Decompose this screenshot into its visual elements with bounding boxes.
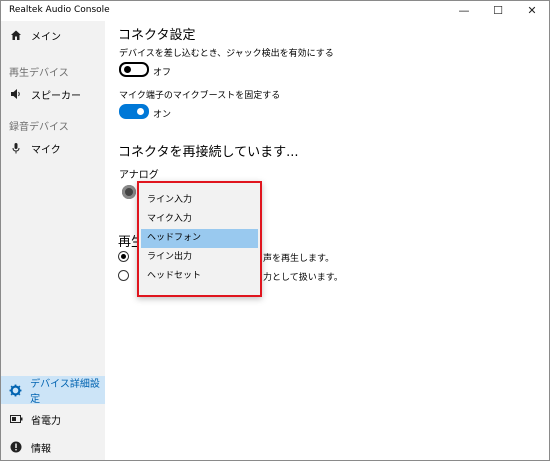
home-icon: [9, 28, 23, 42]
mic-boost-state: オン: [153, 110, 172, 120]
close-button[interactable]: ✕: [515, 1, 549, 21]
sidebar-item-device-settings[interactable]: デバイス詳細設定: [1, 376, 105, 405]
dropdown-option-line-in[interactable]: ライン入力: [141, 191, 258, 210]
section-recording-devices: 録音デバイス: [9, 122, 69, 133]
info-icon: [9, 440, 23, 454]
playback-option1-radio[interactable]: [118, 251, 129, 262]
title-bar: Realtek Audio Console — ☐ ✕: [1, 1, 549, 21]
window-title: Realtek Audio Console: [9, 5, 110, 15]
gear-icon: [9, 383, 22, 397]
sidebar-item-speaker[interactable]: スピーカー: [1, 80, 105, 108]
sidebar-item-label: 省電力: [31, 415, 61, 427]
sidebar-item-label: デバイス詳細設定: [30, 379, 100, 405]
sidebar-item-power[interactable]: 省電力: [1, 405, 105, 433]
minimize-button[interactable]: —: [447, 1, 481, 21]
playback-option2-radio[interactable]: [118, 270, 129, 281]
sidebar-item-mic[interactable]: マイク: [1, 134, 105, 162]
mic-boost-label: マイク端子のマイクブーストを固定する: [119, 91, 281, 101]
jack-detect-toggle[interactable]: [119, 62, 149, 77]
maximize-button[interactable]: ☐: [481, 1, 515, 21]
sidebar-item-label: 情報: [31, 443, 51, 455]
jack-detect-label: デバイスを差し込むとき、ジャック検出を有効にする: [119, 49, 334, 59]
sidebar-item-label: マイク: [31, 144, 61, 156]
analog-label: アナログ: [119, 170, 159, 181]
section-playback-devices: 再生デバイス: [9, 68, 69, 79]
jack-detect-state: オフ: [153, 68, 172, 78]
dropdown-option-headphones[interactable]: ヘッドフォン: [141, 229, 258, 248]
sidebar: メイン 再生デバイス スピーカー 録音デバイス マイク デバイス詳細設定 省電力…: [1, 21, 105, 460]
reconnect-title: コネクタを再接続しています...: [118, 145, 299, 160]
sidebar-item-info[interactable]: 情報: [1, 433, 105, 460]
dropdown-option-mic-in[interactable]: マイク入力: [141, 210, 258, 229]
speaker-icon: [9, 87, 23, 101]
playback-option2-label: 力として扱います。: [263, 273, 343, 283]
dropdown-option-line-out[interactable]: ライン出力: [141, 248, 258, 267]
connector-type-dropdown: ライン入力 マイク入力 ヘッドフォン ライン出力 ヘッドセット: [137, 181, 262, 297]
dropdown-option-headset[interactable]: ヘッドセット: [141, 267, 258, 286]
analog-jack-icon[interactable]: [122, 185, 136, 199]
mic-boost-toggle[interactable]: [119, 104, 149, 119]
sidebar-item-main[interactable]: メイン: [1, 21, 105, 49]
microphone-icon: [9, 141, 23, 155]
sidebar-item-label: メイン: [31, 31, 61, 43]
connector-settings-title: コネクタ設定: [118, 28, 196, 43]
app-window: Realtek Audio Console — ☐ ✕ メイン 再生デバイス ス…: [0, 0, 550, 461]
playback-option1-label: 声を再生します。: [263, 254, 335, 264]
sidebar-item-label: スピーカー: [31, 90, 81, 102]
battery-icon: [9, 412, 23, 426]
